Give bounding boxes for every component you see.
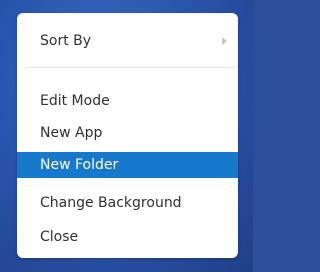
menu-item-label: Change Background — [40, 195, 182, 211]
menu-item-label: Edit Mode — [40, 93, 110, 109]
context-menu: Sort By Edit Mode New App New Folder Cha… — [17, 13, 238, 258]
menu-item-label: New Folder — [40, 157, 119, 173]
menu-item-close[interactable]: Close — [17, 224, 238, 250]
menu-item-sort-by[interactable]: Sort By — [17, 28, 238, 54]
desktop-background[interactable]: Sort By Edit Mode New App New Folder Cha… — [0, 0, 253, 272]
menu-item-new-app[interactable]: New App — [17, 120, 238, 146]
menu-separator — [26, 67, 237, 68]
menu-item-change-background[interactable]: Change Background — [17, 190, 238, 216]
menu-item-new-folder[interactable]: New Folder — [17, 152, 238, 178]
menu-item-label: Close — [40, 229, 79, 245]
menu-item-label: New App — [40, 125, 103, 141]
chevron-right-icon — [222, 37, 227, 45]
menu-item-edit-mode[interactable]: Edit Mode — [17, 88, 238, 114]
menu-item-label: Sort By — [40, 33, 92, 49]
